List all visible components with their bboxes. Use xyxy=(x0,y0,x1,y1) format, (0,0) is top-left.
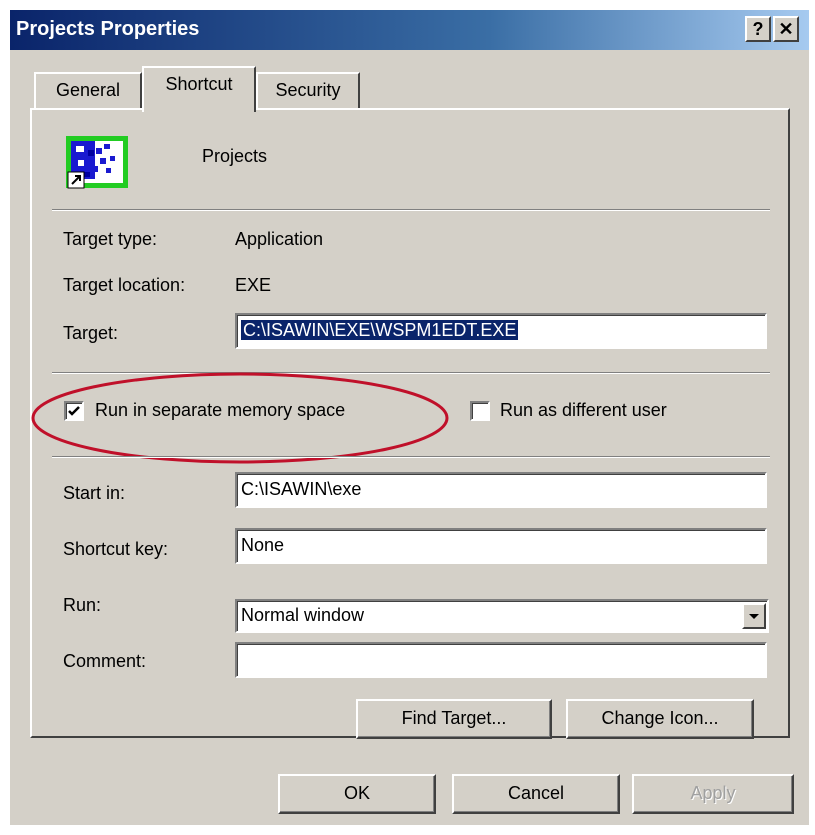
highlight-ellipse xyxy=(31,372,449,464)
apply-button[interactable]: Apply xyxy=(632,774,794,814)
separator xyxy=(52,209,770,211)
target-value: C:\ISAWIN\EXE\WSPM1EDT.EXE xyxy=(241,320,519,340)
target-location-label: Target location: xyxy=(63,275,186,295)
run-label: Run: xyxy=(63,595,102,615)
cancel-button[interactable]: Cancel xyxy=(452,774,620,814)
shortcut-name: Projects xyxy=(202,146,268,166)
window-title: Projects Properties xyxy=(16,18,200,40)
target-field[interactable]: C:\ISAWIN\EXE\WSPM1EDT.EXE xyxy=(235,313,767,349)
start-in-field[interactable]: C:\ISAWIN\exe xyxy=(235,472,767,508)
target-type-label: Target type: xyxy=(63,229,158,249)
shortcut-key-field[interactable]: None xyxy=(235,528,767,564)
start-in-label: Start in: xyxy=(63,483,126,503)
different-user-label[interactable]: Run as different user xyxy=(500,400,667,421)
close-button[interactable]: ✕ xyxy=(773,16,799,42)
run-select[interactable]: Normal window xyxy=(235,599,769,633)
tab-general[interactable]: General xyxy=(34,72,142,110)
shortcut-key-label: Shortcut key: xyxy=(63,539,169,559)
tab-security[interactable]: Security xyxy=(256,72,360,110)
tab-shortcut[interactable]: Shortcut xyxy=(142,66,256,112)
change-icon-button[interactable]: Change Icon... xyxy=(566,699,754,739)
separator xyxy=(52,456,770,458)
find-target-button[interactable]: Find Target... xyxy=(356,699,552,739)
different-user-checkbox[interactable] xyxy=(470,401,490,421)
comment-label: Comment: xyxy=(63,651,147,671)
title-bar[interactable]: Projects Properties ? ✕ xyxy=(10,10,809,50)
target-type-value: Application xyxy=(235,229,324,249)
chevron-down-icon xyxy=(749,614,759,619)
help-button[interactable]: ? xyxy=(745,16,771,42)
comment-field[interactable] xyxy=(235,642,767,678)
ok-button[interactable]: OK xyxy=(278,774,436,814)
target-location-value: EXE xyxy=(235,275,272,295)
run-dropdown-button[interactable] xyxy=(742,603,766,629)
shortcut-application-icon xyxy=(66,136,128,189)
properties-dialog: Projects Properties ? ✕ General Shortcut… xyxy=(10,10,809,825)
target-label: Target: xyxy=(63,323,119,343)
